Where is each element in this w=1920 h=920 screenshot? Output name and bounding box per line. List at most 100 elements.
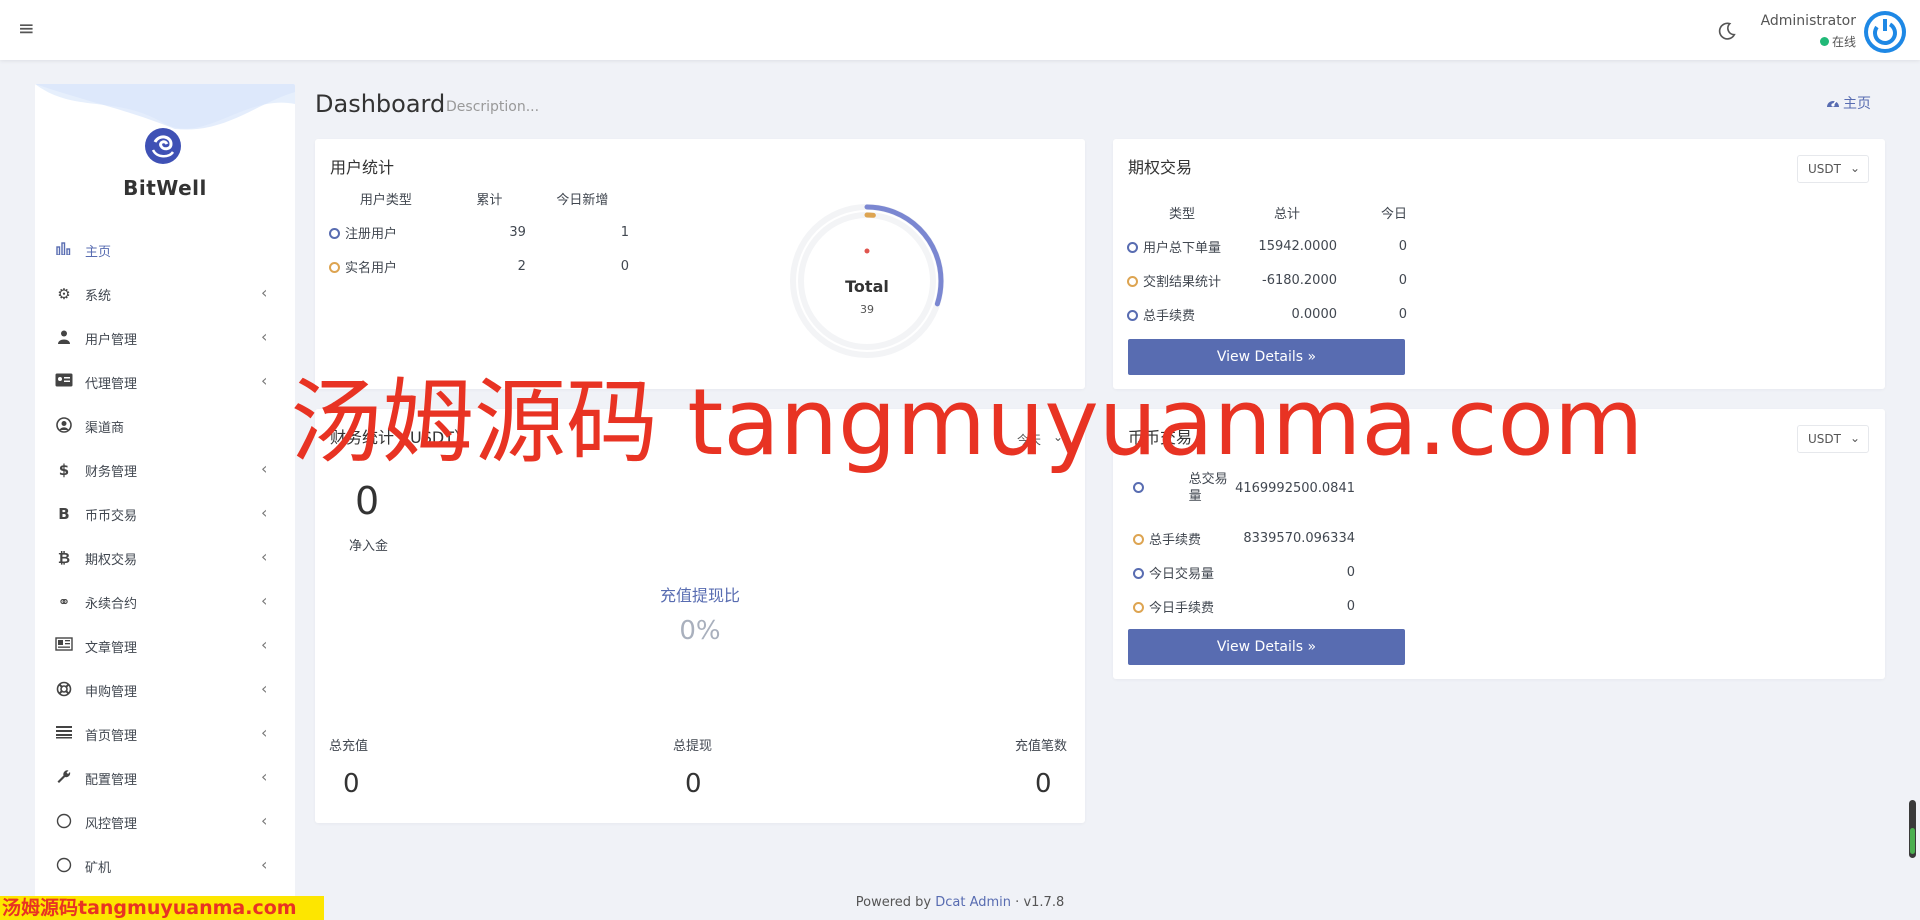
row-label: 注册用户 <box>345 226 398 242</box>
dashboard-gauge-icon <box>1827 100 1839 107</box>
sidebar-item[interactable]: 主页 <box>35 228 295 272</box>
life-ring-icon <box>55 681 73 699</box>
col-total: 总计 <box>1273 206 1300 222</box>
power-icon <box>1868 15 1902 49</box>
user-status: 在线 <box>1780 33 1856 50</box>
ring-marker-icon <box>1127 241 1138 253</box>
online-dot-icon <box>1819 37 1829 46</box>
sidebar-item-label: 矿机 <box>85 861 112 876</box>
sidebar-item-label: 用户管理 <box>85 333 138 348</box>
options-view-details-button[interactable]: View Details » <box>1128 339 1405 375</box>
footer-prefix: Powered by <box>855 895 932 910</box>
row-label: 今日手续费 <box>1149 600 1215 616</box>
total-withdraw-label: 总提现 <box>673 739 713 754</box>
ring-marker-icon <box>1133 533 1144 545</box>
avatar[interactable] <box>1864 11 1906 53</box>
chevron-left-icon: ‹ <box>261 283 268 302</box>
wrench-icon <box>55 769 73 787</box>
sidebar-item-label: 首页管理 <box>85 729 138 744</box>
user-stats-card: 用户统计 用户类型 累计 今日新增 注册用户 39 1 实名用户 2 0 Tot… <box>315 139 1085 389</box>
sidebar-item[interactable]: 矿机 ‹ <box>35 844 295 888</box>
sidebar-item[interactable]: ⚙ 系统 ‹ <box>35 272 295 316</box>
spot-view-details-button[interactable]: View Details » <box>1128 629 1405 665</box>
sidebar-item[interactable]: 风控管理 ‹ <box>35 800 295 844</box>
chevron-down-icon: ⌄ <box>1849 161 1860 175</box>
link-icon: ⚭ <box>57 593 71 611</box>
table-row: 交割结果统计 -6180.2000 0 <box>1127 263 1407 297</box>
options-trade-card: 期权交易 USDT ⌄ 类型 总计 今日 用户总下单量 15942.0000 0 … <box>1113 139 1885 389</box>
total-deposit-value: 0 <box>343 769 360 799</box>
row-total: 15942.0000 <box>1258 238 1337 254</box>
bitwell-logo-icon <box>145 128 181 164</box>
bar-chart-icon <box>55 241 73 259</box>
ring-marker-icon <box>1133 481 1144 493</box>
sidebar-item[interactable]: $ 财务管理 ‹ <box>35 448 295 492</box>
breadcrumb[interactable]: 主页 <box>1826 93 1871 113</box>
bitcoin-icon: B <box>58 505 70 523</box>
table-row: 用户总下单量 15942.0000 0 <box>1127 229 1407 263</box>
sidebar-item-label: 代理管理 <box>85 377 138 392</box>
row-value: 0 <box>1346 564 1355 580</box>
sidebar-item[interactable]: 配置管理 ‹ <box>35 756 295 800</box>
table-row: 总手续费 0.0000 0 <box>1127 297 1407 331</box>
menu-toggle-icon[interactable]: ≡ <box>18 18 38 38</box>
finance-period-select[interactable]: 今天 ⌄ <box>1007 425 1071 453</box>
sidebar-item-label: 期权交易 <box>85 553 138 568</box>
row-total: 2 <box>517 258 526 274</box>
net-deposit-value: 0 <box>355 479 380 523</box>
chevron-left-icon: ‹ <box>261 327 268 346</box>
spot-currency-select[interactable]: USDT ⌄ <box>1797 425 1869 453</box>
row-label: 实名用户 <box>345 260 398 276</box>
row-total: -6180.2000 <box>1262 272 1337 288</box>
sidebar-item-label: 渠道商 <box>85 421 125 436</box>
col-type: 类型 <box>1168 206 1195 222</box>
row-label: 总交易量 <box>1188 472 1228 504</box>
sidebar-item[interactable]: B 币币交易 ‹ <box>35 492 295 536</box>
double-chevron-right-icon: » <box>1307 349 1317 365</box>
footer-link[interactable]: Dcat Admin <box>935 895 1011 910</box>
sidebar-item[interactable]: 渠道商 <box>35 404 295 448</box>
row-label: 总手续费 <box>1149 532 1202 548</box>
users-icon <box>55 329 73 347</box>
scrollbar-indicator <box>1910 828 1915 854</box>
row-today: 1 <box>620 224 629 240</box>
id-card-icon <box>55 373 73 391</box>
sidebar-item[interactable]: 代理管理 ‹ <box>35 360 295 404</box>
period-value: 今天 <box>1017 433 1042 447</box>
row-label: 用户总下单量 <box>1143 240 1222 256</box>
sidebar-item[interactable]: ₿ 期权交易 ‹ <box>35 536 295 580</box>
sidebar-item-label: 财务管理 <box>85 465 138 480</box>
dark-mode-icon[interactable] <box>1716 20 1738 42</box>
table-row: 总交易量 4169992500.0841 <box>1133 469 1355 507</box>
double-chevron-right-icon: » <box>1307 639 1317 655</box>
breadcrumb-home[interactable]: 主页 <box>1843 96 1871 112</box>
chevron-left-icon: ‹ <box>261 591 268 610</box>
sidebar-item[interactable]: ⚭ 永续合约 ‹ <box>35 580 295 624</box>
chevron-left-icon: ‹ <box>261 635 268 654</box>
ring-marker-icon <box>1133 567 1144 579</box>
col-user-type: 用户类型 <box>359 192 412 208</box>
sidebar-item-label: 主页 <box>85 245 112 260</box>
row-label: 总手续费 <box>1143 308 1196 324</box>
sidebar-item-label: 系统 <box>85 289 112 304</box>
user-status-text: 在线 <box>1831 35 1856 49</box>
donut-value: 39 <box>860 303 874 316</box>
table-row: 注册用户 39 1 <box>329 215 629 249</box>
spot-trade-table: 总交易量 4169992500.0841 <box>1133 469 1355 507</box>
row-value: 4169992500.0841 <box>1235 480 1355 496</box>
sidebar-wave-decoration <box>35 84 295 130</box>
row-value: 8339570.096334 <box>1243 530 1355 546</box>
sidebar-item[interactable]: 首页管理 ‹ <box>35 712 295 756</box>
net-deposit-label: 净入金 <box>349 539 389 554</box>
sidebar-item[interactable]: 申购管理 ‹ <box>35 668 295 712</box>
spot-trade-card: 币币交易 USDT ⌄ 总交易量 4169992500.0841 总手续费 833… <box>1113 409 1885 679</box>
sidebar-item[interactable]: 文章管理 ‹ <box>35 624 295 668</box>
row-value: 0 <box>1346 598 1355 614</box>
sidebar-item-label: 币币交易 <box>85 509 138 524</box>
options-currency-select[interactable]: USDT ⌄ <box>1797 155 1869 183</box>
user-name[interactable]: Administrator <box>1740 13 1856 29</box>
user-stats-table: 用户类型 累计 今日新增 注册用户 39 1 实名用户 2 0 <box>329 181 629 283</box>
table-row: 总手续费 8339570.096334 <box>1133 521 1355 555</box>
finance-stats-title: 财务统计（USDT） <box>330 428 470 447</box>
sidebar-item[interactable]: 用户管理 ‹ <box>35 316 295 360</box>
